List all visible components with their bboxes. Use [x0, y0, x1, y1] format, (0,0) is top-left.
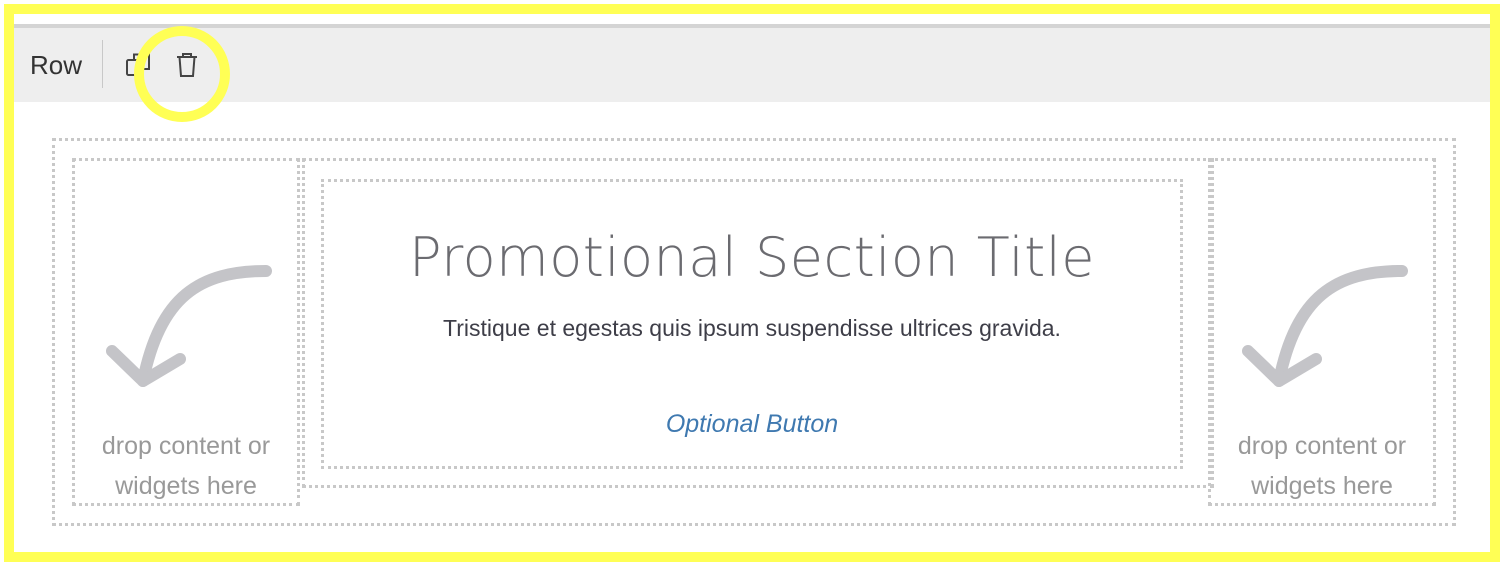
trash-icon — [177, 53, 197, 77]
right-column-dropzone[interactable]: drop content or widgets here — [1208, 158, 1436, 506]
row-editor-frame: Row drop content or widgets here Promoti… — [4, 4, 1500, 562]
dropzone-text-line1: drop content or — [101, 432, 271, 460]
left-column-dropzone[interactable]: drop content or widgets here — [72, 158, 300, 506]
dropzone-text-line2: widgets here — [115, 472, 257, 500]
arrow-down-left-icon — [106, 265, 272, 387]
delete-row-button[interactable] — [170, 48, 204, 82]
duplicate-icon — [126, 53, 150, 76]
promo-widget[interactable]: Promotional Section Title Tristique et e… — [321, 179, 1183, 469]
promo-title: Promotional Section Title — [408, 226, 1096, 289]
duplicate-row-button[interactable] — [122, 48, 156, 82]
row-label: Row — [30, 50, 83, 80]
dropzone-text-line2: widgets here — [1251, 472, 1393, 500]
promo-subtitle: Tristique et egestas quis ipsum suspendi… — [443, 315, 1061, 341]
row-toolbar: Row — [14, 26, 1490, 122]
dropzone-text-line1: drop content or — [1237, 432, 1407, 460]
arrow-down-left-icon — [1242, 265, 1408, 387]
toolbar-divider — [102, 40, 103, 88]
middle-column: Promotional Section Title Tristique et e… — [302, 158, 1214, 488]
optional-button[interactable]: Optional Button — [324, 410, 1180, 439]
